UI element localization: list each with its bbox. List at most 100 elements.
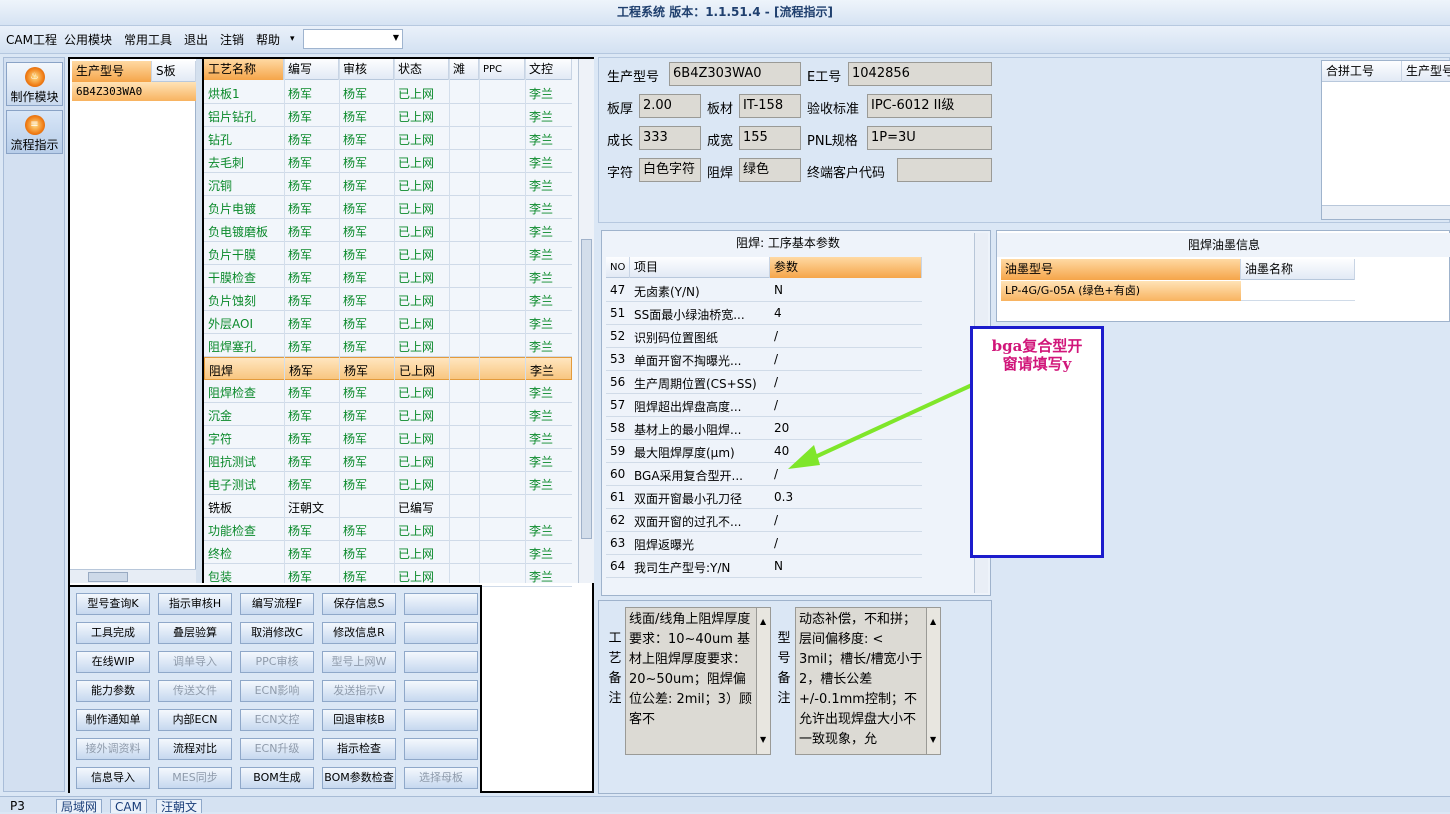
model-note-memo[interactable]: 动态补偿，不和拼；层间偏移度: < 3mil；槽长/槽宽小于2，槽长公差+/-0… <box>795 607 941 755</box>
scroll-up-icon[interactable]: ▲ <box>930 612 936 632</box>
param-row[interactable]: 53 单面开窗不掏曝光... / <box>606 348 922 371</box>
col-item[interactable]: 项目 <box>630 257 770 278</box>
process-row[interactable]: 铣板 汪朝文 已编写 <box>204 495 572 518</box>
function-button[interactable] <box>404 651 478 673</box>
process-row[interactable]: 电子测试 杨军 杨军 已上网 李兰 <box>204 472 572 495</box>
process-row[interactable]: 去毛刺 杨军 杨军 已上网 李兰 <box>204 150 572 173</box>
e-field[interactable]: 1042856 <box>848 62 992 86</box>
scroll-down-icon[interactable]: ▼ <box>760 730 766 750</box>
model-grid-col-s[interactable]: S板 <box>152 61 196 82</box>
process-row[interactable]: 干膜检查 杨军 杨军 已上网 李兰 <box>204 265 572 288</box>
col-combo-model[interactable]: 生产型号 <box>1402 61 1450 82</box>
scroll-thumb[interactable] <box>88 572 128 582</box>
process-row[interactable]: 沉金 杨军 杨军 已上网 李兰 <box>204 403 572 426</box>
menu-tools[interactable]: 常用工具 <box>124 31 172 48</box>
function-button[interactable]: 保存信息S <box>322 593 396 615</box>
function-button[interactable]: 在线WIP <box>76 651 150 673</box>
param-row[interactable]: 62 双面开窗的过孔不... / <box>606 509 922 532</box>
material-field[interactable]: IT-158 <box>739 94 801 118</box>
function-button[interactable]: 制作通知单 <box>76 709 150 731</box>
function-button[interactable]: 传送文件 <box>158 680 232 702</box>
function-button[interactable]: BOM生成 <box>240 767 314 789</box>
process-row[interactable]: 包装 杨军 杨军 已上网 李兰 <box>204 564 572 587</box>
function-button[interactable]: 指示审核H <box>158 593 232 615</box>
length-field[interactable]: 333 <box>639 126 701 150</box>
col-ppc[interactable]: PPC <box>479 59 525 80</box>
model-field[interactable]: 6B4Z303WA0 <box>669 62 801 86</box>
function-button[interactable]: ECN文控 <box>240 709 314 731</box>
col-ink-model[interactable]: 油墨型号 <box>1001 259 1241 280</box>
combo-grid-hscroll[interactable] <box>1322 205 1450 219</box>
process-row[interactable]: 负片蚀刻 杨军 杨军 已上网 李兰 <box>204 288 572 311</box>
process-row[interactable]: 负片干膜 杨军 杨军 已上网 李兰 <box>204 242 572 265</box>
function-button[interactable]: 指示检查 <box>322 738 396 760</box>
standard-field[interactable]: IPC-6012 II级 <box>867 94 992 118</box>
col-combo-job[interactable]: 合拼工号 <box>1322 61 1402 82</box>
function-button[interactable]: 回退审核B <box>322 709 396 731</box>
process-note-scrollbar[interactable]: ▲ ▼ <box>756 608 770 754</box>
param-row[interactable]: 51 SS面最小绿油桥宽... 4 <box>606 302 922 325</box>
menu-help-arrow-icon[interactable]: ▾ <box>290 34 295 44</box>
function-button[interactable]: ECN升级 <box>240 738 314 760</box>
process-row[interactable]: 铝片钻孔 杨军 杨军 已上网 李兰 <box>204 104 572 127</box>
model-note-scrollbar[interactable]: ▲ ▼ <box>926 608 940 754</box>
width-field[interactable]: 155 <box>739 126 801 150</box>
function-button[interactable]: 工具完成 <box>76 622 150 644</box>
menu-logout[interactable]: 注销 <box>220 31 244 48</box>
function-button[interactable]: 型号上网W <box>322 651 396 673</box>
col-no[interactable]: NO <box>606 257 630 278</box>
function-button[interactable]: 型号查询K <box>76 593 150 615</box>
function-button[interactable]: 信息导入 <box>76 767 150 789</box>
process-row[interactable]: 阻焊 杨军 杨军 已上网 李兰 <box>204 357 572 380</box>
function-button[interactable]: 选择母板 <box>404 767 478 789</box>
col-status[interactable]: 状态 <box>394 59 449 80</box>
function-button[interactable] <box>404 622 478 644</box>
pnl-field[interactable]: 1P=3U <box>867 126 992 150</box>
menu-combo-select[interactable]: ▼ <box>303 29 403 49</box>
status-cam[interactable]: CAM <box>110 799 147 814</box>
ink-row-model[interactable]: LP-4G/G-05A (绿色+有卤) <box>1001 281 1241 301</box>
nav-process-button[interactable]: ≡ 流程指示 <box>6 110 63 154</box>
function-button[interactable]: 编写流程F <box>240 593 314 615</box>
function-button[interactable]: BOM参数检查 <box>322 767 396 789</box>
process-grid-vscroll[interactable] <box>578 59 594 583</box>
status-lan[interactable]: 局域网 <box>56 799 103 814</box>
process-row[interactable]: 沉铜 杨军 杨军 已上网 李兰 <box>204 173 572 196</box>
col-tan[interactable]: 滩 <box>449 59 479 80</box>
function-button[interactable]: 叠层验算 <box>158 622 232 644</box>
scroll-thumb[interactable] <box>581 239 592 539</box>
customer-code-field[interactable] <box>897 158 992 182</box>
thickness-field[interactable]: 2.00 <box>639 94 701 118</box>
ink-row-name[interactable] <box>1241 281 1355 301</box>
nav-make-module-button[interactable]: ♨ 制作模块 <box>6 62 63 106</box>
function-button[interactable] <box>404 738 478 760</box>
process-row[interactable]: 阻抗测试 杨军 杨军 已上网 李兰 <box>204 449 572 472</box>
function-button[interactable]: 发送指示V <box>322 680 396 702</box>
col-ink-name[interactable]: 油墨名称 <box>1241 259 1355 280</box>
function-button[interactable]: 取消修改C <box>240 622 314 644</box>
menu-exit[interactable]: 退出 <box>184 31 208 48</box>
process-row[interactable]: 负片电镀 杨军 杨军 已上网 李兰 <box>204 196 572 219</box>
menu-cam[interactable]: CAM工程 <box>6 31 57 48</box>
process-note-memo[interactable]: 线面/线角上阻焊厚度要求：10~40um 基材上阻焊厚度要求：20~50um；阻… <box>625 607 771 755</box>
function-button[interactable]: 接外调资料 <box>76 738 150 760</box>
process-row[interactable]: 阻焊检查 杨军 杨军 已上网 李兰 <box>204 380 572 403</box>
function-button[interactable] <box>404 680 478 702</box>
function-button[interactable]: 能力参数 <box>76 680 150 702</box>
soldermask-field[interactable]: 绿色 <box>739 158 801 182</box>
function-button[interactable]: 调单导入 <box>158 651 232 673</box>
param-row[interactable]: 64 我司生产型号:Y/N N <box>606 555 922 578</box>
process-row[interactable]: 字符 杨军 杨军 已上网 李兰 <box>204 426 572 449</box>
process-row[interactable]: 钻孔 杨军 杨军 已上网 李兰 <box>204 127 572 150</box>
process-row[interactable]: 外层AOI 杨军 杨军 已上网 李兰 <box>204 311 572 334</box>
function-button[interactable] <box>404 709 478 731</box>
process-row[interactable]: 功能检查 杨军 杨军 已上网 李兰 <box>204 518 572 541</box>
process-row[interactable]: 烘板1 杨军 杨军 已上网 李兰 <box>204 81 572 104</box>
param-row[interactable]: 52 识别码位置图纸 / <box>606 325 922 348</box>
col-author[interactable]: 编写 <box>284 59 339 80</box>
char-field[interactable]: 白色字符 <box>639 158 701 182</box>
col-param[interactable]: 参数 <box>770 257 922 278</box>
process-row[interactable]: 阻焊塞孔 杨军 杨军 已上网 李兰 <box>204 334 572 357</box>
col-doc-control[interactable]: 文控 <box>525 59 572 80</box>
menu-help[interactable]: 帮助 <box>256 31 280 48</box>
